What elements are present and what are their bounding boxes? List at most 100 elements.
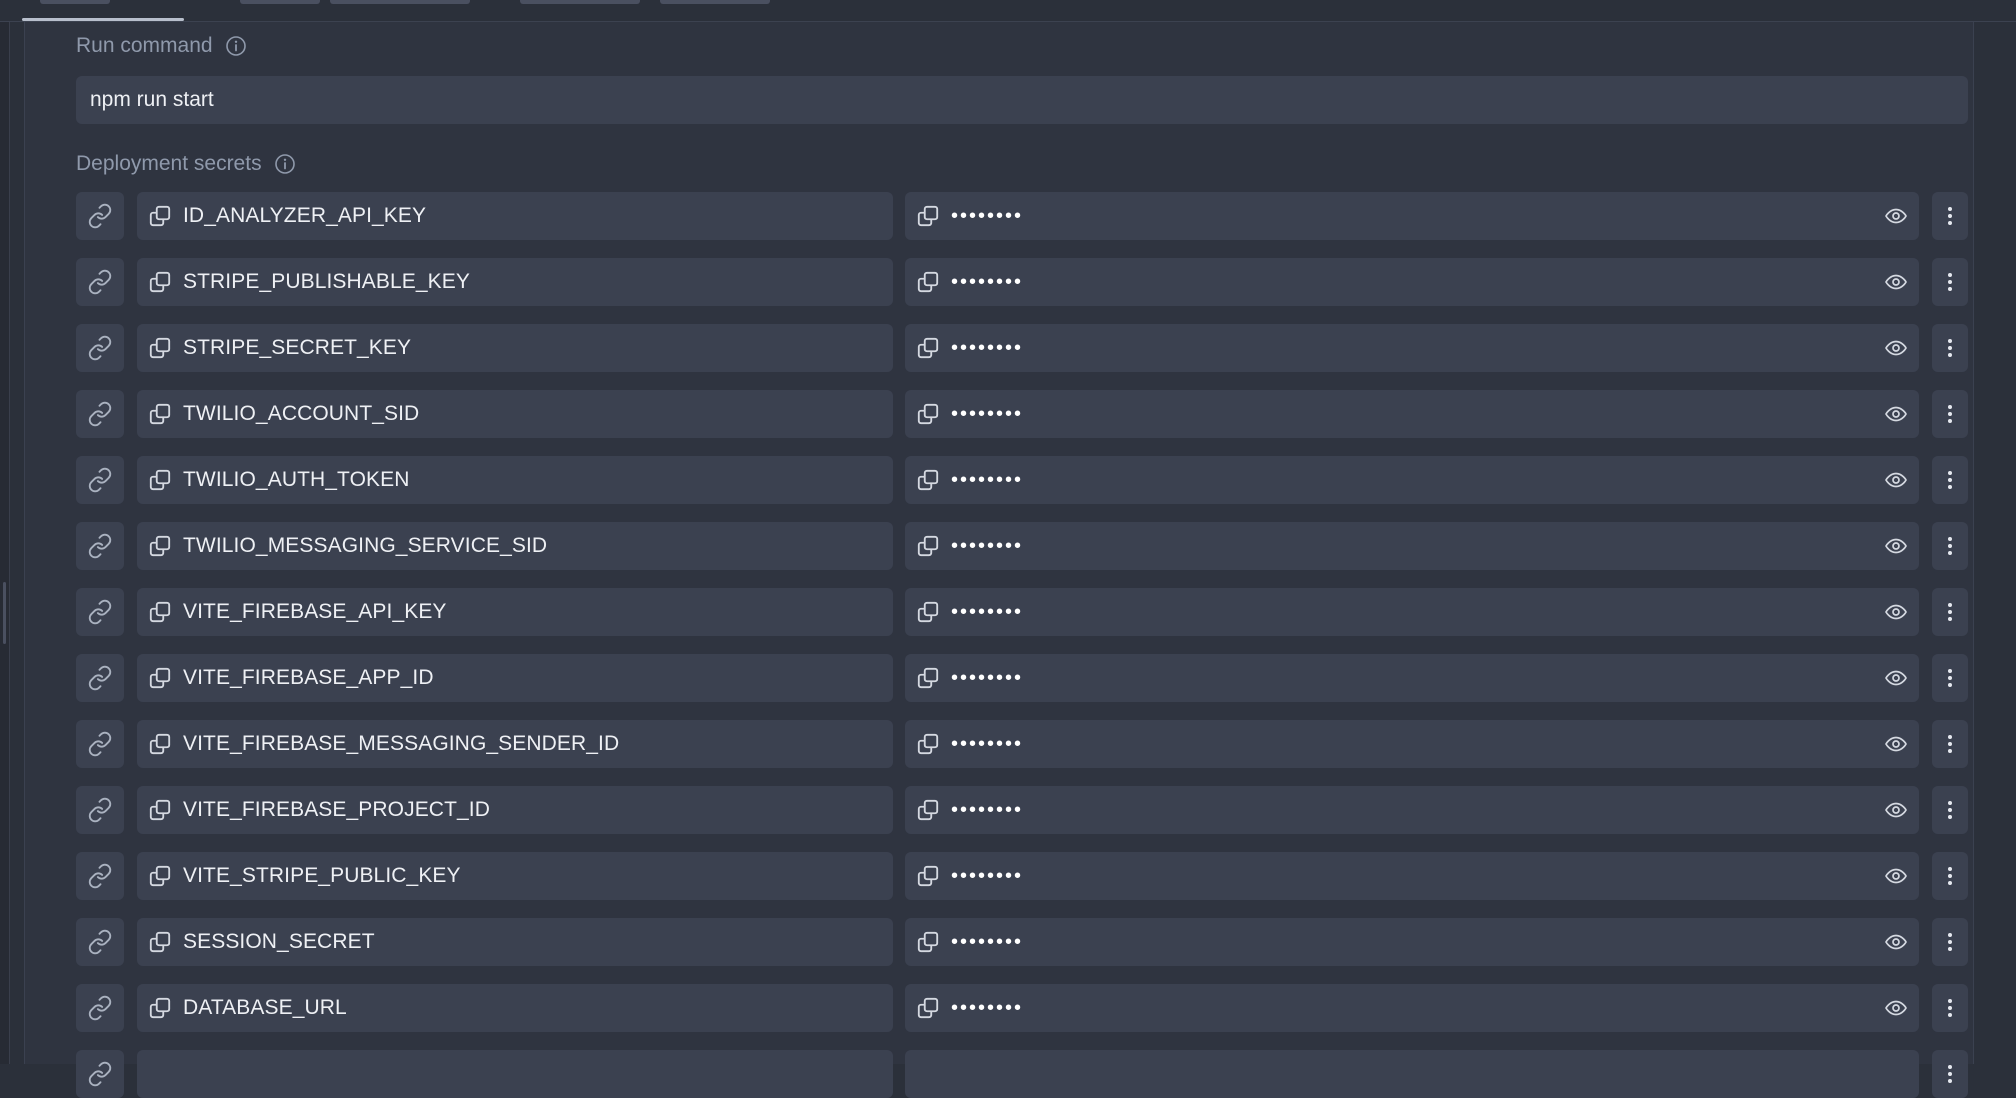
secret-more-button[interactable]: [1932, 720, 1968, 768]
secret-key-field[interactable]: VITE_STRIPE_PUBLIC_KEY: [137, 852, 893, 900]
secret-more-button[interactable]: [1932, 258, 1968, 306]
tab-hint[interactable]: [520, 0, 640, 4]
copy-icon[interactable]: [147, 929, 173, 955]
secret-key-field[interactable]: ID_ANALYZER_API_KEY: [137, 192, 893, 240]
eye-icon[interactable]: [1883, 336, 1909, 360]
eye-icon[interactable]: [1883, 864, 1909, 888]
secret-more-button[interactable]: [1932, 522, 1968, 570]
secret-key-field[interactable]: TWILIO_MESSAGING_SERVICE_SID: [137, 522, 893, 570]
copy-icon[interactable]: [915, 731, 941, 757]
secret-more-button[interactable]: [1932, 456, 1968, 504]
link-secret-button[interactable]: [76, 1050, 124, 1098]
eye-icon[interactable]: [1883, 402, 1909, 426]
tab-hint[interactable]: [330, 0, 470, 4]
copy-icon[interactable]: [147, 731, 173, 757]
secret-value-field[interactable]: ••••••••: [905, 192, 1919, 240]
copy-icon[interactable]: [915, 401, 941, 427]
link-secret-button[interactable]: [76, 456, 124, 504]
link-secret-button[interactable]: [76, 192, 124, 240]
eye-icon[interactable]: [1883, 930, 1909, 954]
copy-icon[interactable]: [147, 797, 173, 823]
eye-icon[interactable]: [1883, 732, 1909, 756]
copy-icon[interactable]: [147, 203, 173, 229]
secret-more-button[interactable]: [1932, 324, 1968, 372]
eye-icon[interactable]: [1883, 270, 1909, 294]
secret-more-button[interactable]: [1932, 852, 1968, 900]
secret-more-button[interactable]: [1932, 588, 1968, 636]
copy-icon[interactable]: [147, 467, 173, 493]
copy-icon[interactable]: [915, 269, 941, 295]
secret-key-field[interactable]: DATABASE_URL: [137, 984, 893, 1032]
secret-key-field[interactable]: SESSION_SECRET: [137, 918, 893, 966]
copy-icon[interactable]: [915, 533, 941, 559]
eye-icon[interactable]: [1883, 204, 1909, 228]
copy-icon[interactable]: [915, 335, 941, 361]
secret-key-field[interactable]: TWILIO_AUTH_TOKEN: [137, 456, 893, 504]
copy-icon[interactable]: [147, 401, 173, 427]
link-secret-button[interactable]: [76, 654, 124, 702]
secret-key-field[interactable]: TWILIO_ACCOUNT_SID: [137, 390, 893, 438]
copy-icon[interactable]: [915, 863, 941, 889]
eye-icon[interactable]: [1883, 996, 1909, 1020]
copy-icon[interactable]: [915, 665, 941, 691]
eye-icon[interactable]: [1883, 534, 1909, 558]
secret-value-field[interactable]: ••••••••: [905, 258, 1919, 306]
copy-icon[interactable]: [147, 269, 173, 295]
copy-icon[interactable]: [915, 929, 941, 955]
link-secret-button[interactable]: [76, 324, 124, 372]
copy-icon[interactable]: [147, 863, 173, 889]
secret-more-button[interactable]: [1932, 192, 1968, 240]
secret-more-button[interactable]: [1932, 786, 1968, 834]
eye-icon[interactable]: [1883, 468, 1909, 492]
secret-more-button[interactable]: [1932, 918, 1968, 966]
copy-icon[interactable]: [915, 599, 941, 625]
secret-key-field[interactable]: STRIPE_PUBLISHABLE_KEY: [137, 258, 893, 306]
secret-key-field[interactable]: VITE_FIREBASE_PROJECT_ID: [137, 786, 893, 834]
copy-icon[interactable]: [147, 599, 173, 625]
link-secret-button[interactable]: [76, 984, 124, 1032]
secret-more-button[interactable]: [1932, 984, 1968, 1032]
secret-value-field[interactable]: ••••••••: [905, 456, 1919, 504]
secret-key-field[interactable]: VITE_FIREBASE_APP_ID: [137, 654, 893, 702]
resize-handle[interactable]: [3, 582, 6, 644]
secret-value-field[interactable]: ••••••••: [905, 984, 1919, 1032]
copy-icon[interactable]: [147, 533, 173, 559]
secret-key-field[interactable]: [137, 1050, 893, 1098]
secret-value-field[interactable]: ••••••••: [905, 786, 1919, 834]
copy-icon[interactable]: [915, 203, 941, 229]
secret-value-field[interactable]: ••••••••: [905, 324, 1919, 372]
secret-value-field[interactable]: ••••••••: [905, 720, 1919, 768]
secret-value-field[interactable]: ••••••••: [905, 918, 1919, 966]
eye-icon[interactable]: [1883, 600, 1909, 624]
secret-key-field[interactable]: STRIPE_SECRET_KEY: [137, 324, 893, 372]
secret-value-field[interactable]: ••••••••: [905, 852, 1919, 900]
link-secret-button[interactable]: [76, 786, 124, 834]
link-secret-button[interactable]: [76, 720, 124, 768]
link-secret-button[interactable]: [76, 258, 124, 306]
secret-value-field[interactable]: ••••••••: [905, 588, 1919, 636]
eye-icon[interactable]: [1883, 666, 1909, 690]
tab-hint[interactable]: [660, 0, 770, 4]
link-secret-button[interactable]: [76, 522, 124, 570]
secret-key-field[interactable]: VITE_FIREBASE_API_KEY: [137, 588, 893, 636]
eye-icon[interactable]: [1883, 798, 1909, 822]
secret-value-field[interactable]: ••••••••: [905, 654, 1919, 702]
secret-value-field[interactable]: ••••••••: [905, 390, 1919, 438]
link-secret-button[interactable]: [76, 918, 124, 966]
secret-key-field[interactable]: VITE_FIREBASE_MESSAGING_SENDER_ID: [137, 720, 893, 768]
tab-hint[interactable]: [240, 0, 320, 4]
info-icon[interactable]: [274, 153, 296, 175]
secret-value-field[interactable]: ••••••••: [905, 522, 1919, 570]
info-icon[interactable]: [225, 35, 247, 57]
copy-icon[interactable]: [147, 665, 173, 691]
copy-icon[interactable]: [147, 335, 173, 361]
copy-icon[interactable]: [915, 467, 941, 493]
link-secret-button[interactable]: [76, 390, 124, 438]
copy-icon[interactable]: [147, 995, 173, 1021]
link-secret-button[interactable]: [76, 588, 124, 636]
secret-more-button[interactable]: [1932, 390, 1968, 438]
secret-value-field[interactable]: [905, 1050, 1919, 1098]
secret-more-button[interactable]: [1932, 1050, 1968, 1098]
copy-icon[interactable]: [915, 995, 941, 1021]
copy-icon[interactable]: [915, 797, 941, 823]
